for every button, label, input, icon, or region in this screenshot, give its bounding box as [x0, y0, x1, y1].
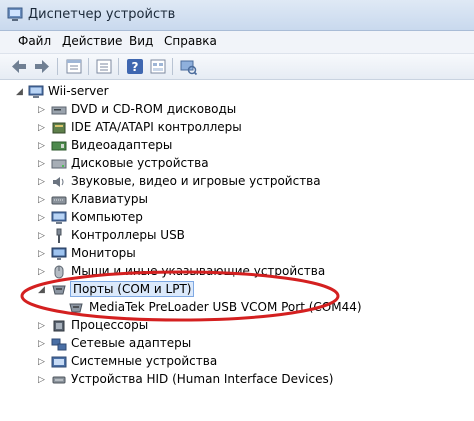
tree-item-label: Контроллеры USB [71, 228, 185, 242]
mouse-icon [54, 265, 64, 279]
collapse-arrow-icon[interactable]: ◢ [16, 87, 24, 97]
expand-arrow-icon[interactable]: ▷ [38, 267, 46, 277]
tree-item-label: Дисковые устройства [71, 156, 209, 170]
processor-icon [53, 320, 65, 332]
scan-hardware-icon[interactable] [178, 57, 198, 76]
device-tree: ◢ Wii-server ▷ DVD и CD-ROM дисководы ▷ … [0, 80, 474, 421]
expand-arrow-icon[interactable]: ▷ [38, 159, 46, 169]
tree-item-label: IDE ATA/ATAPI контроллеры [71, 120, 242, 134]
svg-text:?: ? [132, 60, 139, 74]
back-arrow-icon[interactable] [9, 57, 29, 76]
sound-icon [53, 177, 64, 187]
menu-help[interactable]: Справка [164, 34, 217, 48]
usb-icon [56, 228, 62, 243]
expand-arrow-icon[interactable]: ▷ [38, 105, 46, 115]
help-icon[interactable]: ? [125, 57, 145, 76]
expand-arrow-icon[interactable]: ▷ [38, 195, 46, 205]
network-adapter-icon [51, 338, 67, 351]
list-icon[interactable] [94, 57, 114, 76]
hid-icon [52, 376, 66, 384]
tree-item-label: Процессоры [71, 318, 149, 332]
toolbar: ? [0, 54, 474, 80]
menu-action[interactable]: Действие [62, 34, 122, 48]
forward-arrow-icon[interactable] [32, 57, 52, 76]
disk-drive-icon [51, 159, 67, 169]
menu-file[interactable]: Файл [18, 34, 51, 48]
window-title: Диспетчер устройств [28, 7, 176, 22]
tree-item-label: DVD и CD-ROM дисководы [71, 102, 237, 116]
expand-arrow-icon[interactable]: ▷ [38, 375, 46, 385]
tree-item-label: Звуковые, видео и игровые устройства [71, 174, 321, 188]
device-manager-icon [7, 7, 23, 21]
computer-icon [28, 85, 44, 98]
collapse-arrow-icon[interactable]: ◢ [38, 285, 46, 295]
tree-item-label: Сетевые адаптеры [71, 336, 192, 350]
tree-item-label: Системные устройства [71, 354, 218, 368]
menu-bar: Файл Действие Вид Справка [0, 31, 474, 54]
expand-arrow-icon[interactable]: ▷ [38, 141, 46, 151]
toolbar-separator [118, 58, 119, 75]
toolbar-separator [57, 58, 58, 75]
expand-arrow-icon[interactable]: ▷ [38, 213, 46, 223]
system-device-icon [51, 356, 67, 368]
port-device-icon [69, 303, 83, 313]
tree-item-label: Видеоадаптеры [71, 138, 173, 152]
keyboard-icon [51, 196, 67, 205]
tree-item-label: Компьютер [71, 210, 143, 224]
expand-arrow-icon[interactable]: ▷ [38, 249, 46, 259]
port-icon [52, 285, 66, 295]
expand-arrow-icon[interactable]: ▷ [38, 177, 46, 187]
expand-arrow-icon[interactable]: ▷ [38, 357, 46, 367]
display-adapter-icon [51, 141, 67, 151]
tree-item-label: Порты (COM и LPT) [70, 281, 195, 297]
tree-item-label: MediaTek PreLoader USB VCOM Port (COM44) [89, 300, 362, 314]
tree-root-label: Wii-server [48, 84, 109, 98]
console-icon[interactable] [148, 57, 168, 76]
tree-item-label: Мыши и иные указывающие устройства [71, 264, 326, 278]
properties-icon[interactable] [64, 57, 84, 76]
dvd-drive-icon [51, 106, 67, 115]
expand-arrow-icon[interactable]: ▷ [38, 339, 46, 349]
title-bar: Диспетчер устройств [0, 0, 474, 31]
ide-controller-icon [52, 122, 66, 134]
tree-item-label: Клавиатуры [71, 192, 148, 206]
tree-item-label: Мониторы [71, 246, 136, 260]
menu-view[interactable]: Вид [129, 34, 153, 48]
toolbar-separator [172, 58, 173, 75]
expand-arrow-icon[interactable]: ▷ [38, 321, 46, 331]
tree-item-label: Устройства HID (Human Interface Devices) [71, 372, 334, 386]
expand-arrow-icon[interactable]: ▷ [38, 231, 46, 241]
computer-icon [51, 211, 67, 224]
expand-arrow-icon[interactable]: ▷ [38, 123, 46, 133]
toolbar-separator [88, 58, 89, 75]
monitor-icon [51, 247, 67, 260]
